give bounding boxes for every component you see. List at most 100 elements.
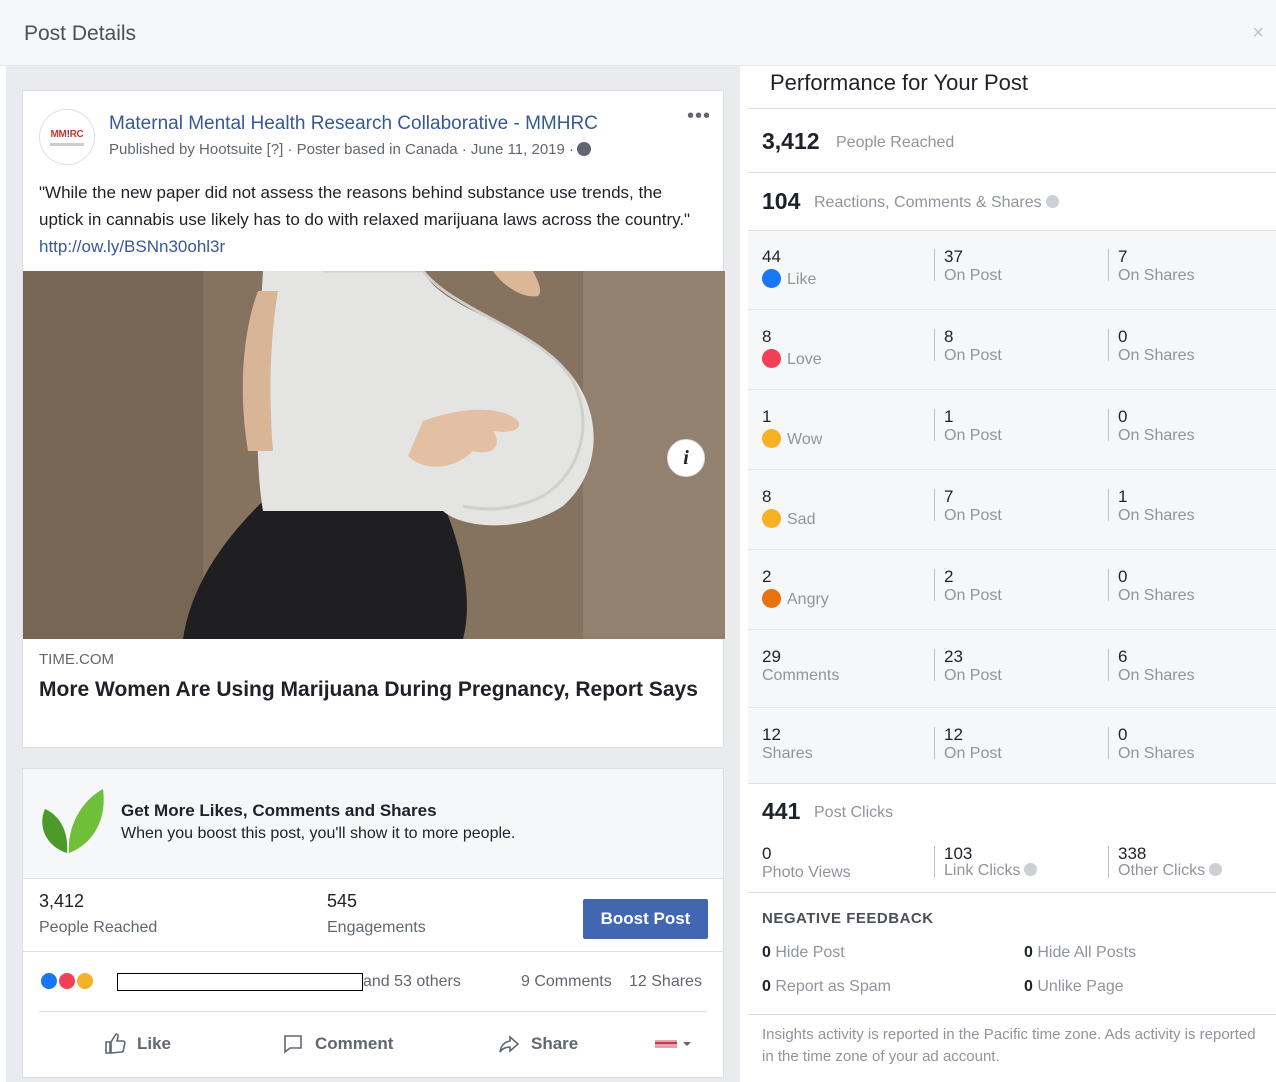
- post-image[interactable]: [23, 271, 725, 639]
- dialog-header: Post Details ×: [0, 0, 1276, 66]
- on-post-label: On Post: [944, 587, 1002, 604]
- love-total: 8: [762, 327, 772, 346]
- dialog-title: Post Details: [24, 22, 137, 45]
- engagement-value: 104: [762, 188, 801, 214]
- reaction-breakdown: 44 Like 37 On Post 7 On Shares 8 Love 8 …: [748, 231, 1276, 783]
- other-clicks-text: Other Clicks: [1118, 862, 1206, 879]
- wow-on-post: 1: [944, 407, 954, 426]
- hide-all-posts-label: Hide All Posts: [1037, 944, 1137, 961]
- love-on-shares: 0: [1118, 327, 1128, 346]
- shares-on-post: 12: [944, 725, 963, 744]
- engagements-value: 545: [327, 891, 358, 911]
- comment-button[interactable]: Comment: [281, 1029, 393, 1059]
- photo-views-label: Photo Views: [762, 864, 851, 881]
- divider: [748, 1014, 1276, 1015]
- sad-icon: [762, 509, 781, 528]
- info-icon[interactable]: i: [667, 439, 705, 477]
- shares-count-link[interactable]: 12 Shares: [629, 973, 702, 991]
- post-text: "While the new paper did not assess the …: [39, 179, 709, 260]
- share-button[interactable]: Share: [497, 1029, 578, 1059]
- post-body: "While the new paper did not assess the …: [39, 183, 691, 229]
- hide-all-posts-value: 0: [1024, 944, 1033, 961]
- sad-row-text: Sad: [787, 511, 816, 528]
- logo-text-right: RC: [69, 128, 84, 140]
- love-icon: [762, 349, 781, 368]
- link-clicks-value: 103: [944, 844, 973, 863]
- on-shares-label: On Shares: [1118, 587, 1195, 604]
- boost-promo-subtitle: When you boost this post, you'll show it…: [121, 825, 516, 842]
- performance-panel: Performance for Your Post 3,412 People R…: [748, 66, 1276, 1082]
- hide-all-posts-stat: 0 Hide All Posts: [1024, 944, 1136, 962]
- insights-footnote: Insights activity is reported in the Pac…: [762, 1026, 1256, 1065]
- like-icon: [762, 269, 781, 288]
- page-name-link[interactable]: Maternal Mental Health Research Collabor…: [109, 113, 598, 135]
- like-reaction-icon: [39, 971, 59, 991]
- negative-feedback-heading: NEGATIVE FEEDBACK: [762, 910, 934, 927]
- logo-text: MM: [50, 128, 67, 140]
- like-on-post: 37: [944, 247, 963, 266]
- wow-icon: [762, 429, 781, 448]
- angry-on-post: 2: [944, 567, 954, 586]
- redacted-names: [117, 973, 363, 991]
- like-button[interactable]: Like: [103, 1029, 171, 1059]
- on-shares-label: On Shares: [1118, 427, 1195, 444]
- audience-selector[interactable]: [653, 1029, 695, 1059]
- link-title[interactable]: More Women Are Using Marijuana During Pr…: [39, 675, 709, 704]
- people-reached-label: People Reached: [39, 919, 158, 936]
- help-icon[interactable]: [1024, 863, 1038, 876]
- boost-post-button[interactable]: Boost Post: [583, 899, 708, 939]
- photo-views-value: 0: [762, 844, 772, 863]
- reaction-others[interactable]: and 53 others: [363, 973, 461, 991]
- boost-area: Get More Likes, Comments and Shares When…: [22, 768, 724, 1078]
- divider: [748, 892, 1276, 893]
- reached-value: 3,412: [762, 128, 820, 154]
- angry-icon: [762, 589, 781, 608]
- wow-on-shares: 0: [1118, 407, 1128, 426]
- divider: [39, 1011, 707, 1012]
- post-clicks-label: Post Clicks: [814, 804, 894, 821]
- people-reached-value: 3,412: [39, 891, 85, 911]
- sad-on-shares: 1: [1118, 487, 1128, 506]
- close-icon[interactable]: ×: [1252, 22, 1264, 45]
- engagement-label-text: Reactions, Comments & Shares: [814, 194, 1042, 211]
- angry-row-label: Angry: [762, 589, 829, 609]
- boost-promo: Get More Likes, Comments and Shares When…: [23, 769, 723, 879]
- on-post-label: On Post: [944, 427, 1002, 444]
- wow-row-text: Wow: [787, 431, 823, 448]
- divider: [748, 783, 1276, 784]
- hide-post-stat: 0 Hide Post: [762, 944, 845, 962]
- angry-row-text: Angry: [787, 591, 829, 608]
- unlike-page-label: Unlike Page: [1037, 978, 1124, 995]
- shares-row-label: Shares: [762, 745, 813, 762]
- comments-count-link[interactable]: 9 Comments: [521, 973, 612, 991]
- love-row-text: Love: [787, 351, 822, 368]
- on-post-label: On Post: [944, 267, 1002, 284]
- like-total: 44: [762, 247, 781, 266]
- angry-total: 2: [762, 567, 772, 586]
- engagement-label: Reactions, Comments & Shares: [814, 194, 1059, 212]
- comments-on-post: 23: [944, 647, 963, 666]
- comments-total: 29: [762, 647, 781, 666]
- report-spam-stat: 0 Report as Spam: [762, 978, 891, 996]
- like-row-text: Like: [787, 271, 817, 288]
- page-logo[interactable]: MM!RC: [39, 109, 95, 165]
- more-options-icon[interactable]: •••: [687, 105, 711, 128]
- sad-total: 8: [762, 487, 772, 506]
- link-clicks-text: Link Clicks: [944, 862, 1021, 879]
- help-icon[interactable]: [1045, 195, 1059, 208]
- post-clicks-value: 441: [762, 798, 801, 824]
- leaf-icon: [42, 789, 104, 853]
- sad-reaction-icon: [75, 971, 95, 991]
- post-meta-text: Published by Hootsuite [?] · Poster base…: [109, 141, 575, 158]
- help-icon[interactable]: [1209, 863, 1223, 876]
- flag-dropdown-icon: [655, 1040, 691, 1048]
- share-label: Share: [531, 1034, 579, 1053]
- like-label: Like: [137, 1034, 172, 1053]
- thumbs-up-icon: [105, 1033, 126, 1054]
- post-link[interactable]: http://ow.ly/BSNn30ohl3r: [39, 237, 225, 256]
- love-row-label: Love: [762, 349, 822, 369]
- unlike-page-value: 0: [1024, 978, 1033, 995]
- other-clicks-value: 338: [1118, 844, 1147, 863]
- other-clicks-label: Other Clicks: [1118, 862, 1223, 880]
- share-arrow-icon: [499, 1035, 520, 1053]
